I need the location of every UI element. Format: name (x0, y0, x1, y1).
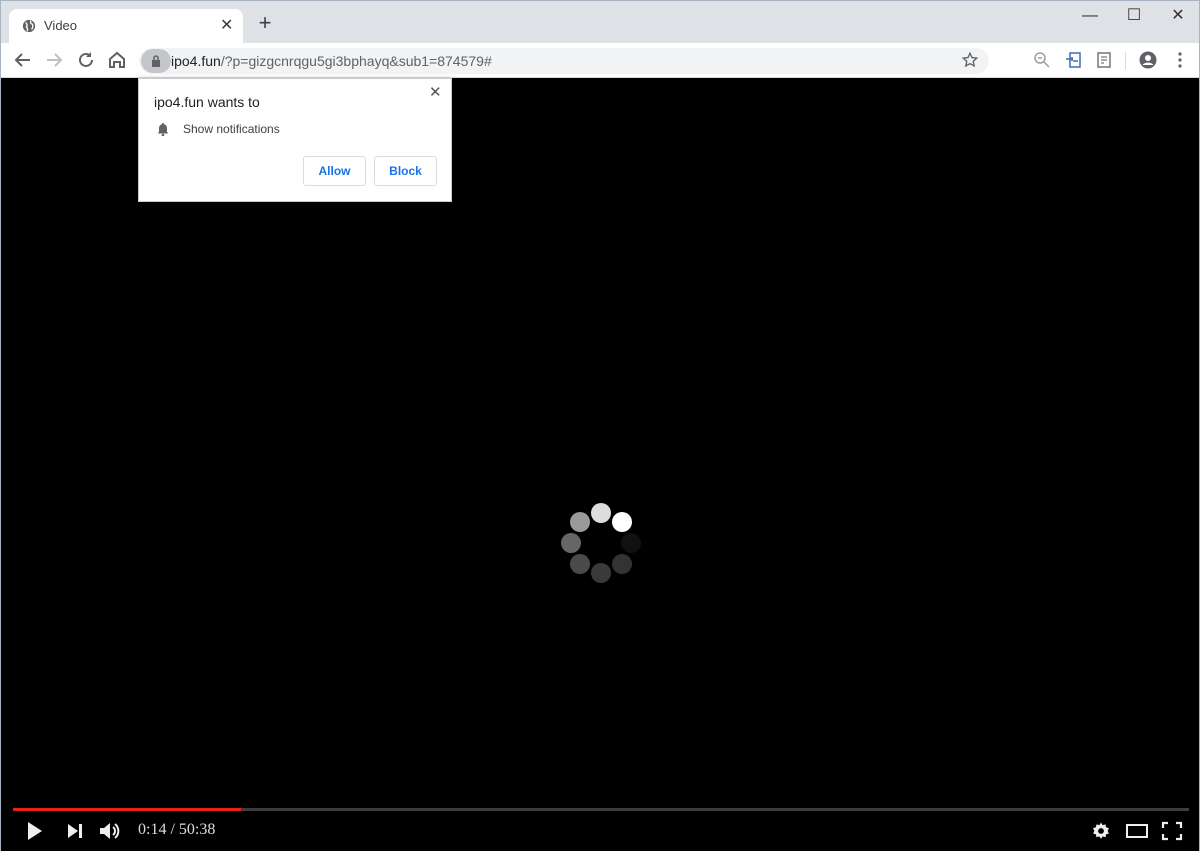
zoom-icon[interactable] (1033, 51, 1051, 69)
lock-icon (152, 55, 160, 67)
spinner-dot (612, 554, 633, 575)
theater-mode-icon[interactable] (1125, 819, 1149, 843)
spinner-dot (591, 563, 611, 583)
settings-gear-icon[interactable] (1091, 819, 1111, 843)
url-text[interactable]: ipo4.fun/?p=gizgcnrqgu5gi3bphayq&sub1=87… (171, 53, 492, 69)
fullscreen-icon[interactable] (1161, 819, 1183, 843)
spinner-dot (569, 511, 590, 532)
title-bar: Video ✕ + — ☐ ✕ (1, 1, 1199, 43)
spinner-dot (561, 533, 581, 553)
spinner-dot (612, 511, 633, 532)
spinner-dot (591, 503, 611, 523)
browser-toolbar: ipo4.fun/?p=gizgcnrqgu5gi3bphayq&sub1=87… (1, 43, 1199, 78)
url-path: /?p=gizgcnrqgu5gi3bphayq&sub1=874579# (220, 53, 492, 69)
maximize-button[interactable]: ☐ (1111, 5, 1157, 27)
popup-title: ipo4.fun wants to (154, 94, 260, 110)
back-icon[interactable] (11, 48, 35, 72)
url-host: ipo4.fun (171, 53, 221, 69)
progress-bar[interactable] (13, 808, 1189, 811)
progress-fill (13, 808, 242, 811)
site-info-button[interactable] (141, 49, 171, 73)
volume-icon[interactable] (98, 819, 122, 843)
popup-close-icon[interactable]: ✕ (429, 83, 442, 101)
loading-spinner (561, 503, 641, 583)
notification-permission-popup: ipo4.fun wants to ✕ Show notifications A… (138, 78, 452, 202)
close-window-button[interactable]: ✕ (1155, 5, 1200, 27)
spinner-dot (621, 533, 641, 553)
home-icon[interactable] (105, 48, 129, 72)
tab-video[interactable]: Video ✕ (9, 9, 243, 43)
forward-icon[interactable] (42, 48, 66, 72)
address-bar[interactable]: ipo4.fun/?p=gizgcnrqgu5gi3bphayq&sub1=87… (139, 48, 989, 74)
reload-icon[interactable] (74, 48, 98, 72)
next-icon[interactable] (65, 819, 85, 843)
tab-close-icon[interactable]: ✕ (220, 16, 233, 36)
spinner-dot (569, 554, 590, 575)
profile-icon[interactable] (1139, 51, 1157, 69)
allow-button[interactable]: Allow (303, 156, 366, 186)
new-tab-button[interactable]: + (255, 12, 275, 34)
bell-icon (157, 122, 169, 136)
globe-icon (22, 19, 36, 33)
extension-icon[interactable] (1065, 51, 1083, 69)
block-button[interactable]: Block (374, 156, 437, 186)
permission-label: Show notifications (183, 122, 280, 136)
tab-title: Video (44, 18, 78, 33)
minimize-button[interactable]: — (1067, 5, 1113, 27)
menu-icon[interactable] (1171, 51, 1189, 69)
bookmark-star-icon[interactable] (961, 51, 979, 69)
toolbar-divider (1125, 52, 1126, 70)
reading-list-icon[interactable] (1096, 51, 1114, 69)
play-icon[interactable] (25, 819, 45, 843)
browser-window: Video ✕ + — ☐ ✕ ipo4.fun/?p=gizgcnrqgu5g… (0, 0, 1200, 851)
time-display: 0:14 / 50:38 (138, 821, 216, 838)
